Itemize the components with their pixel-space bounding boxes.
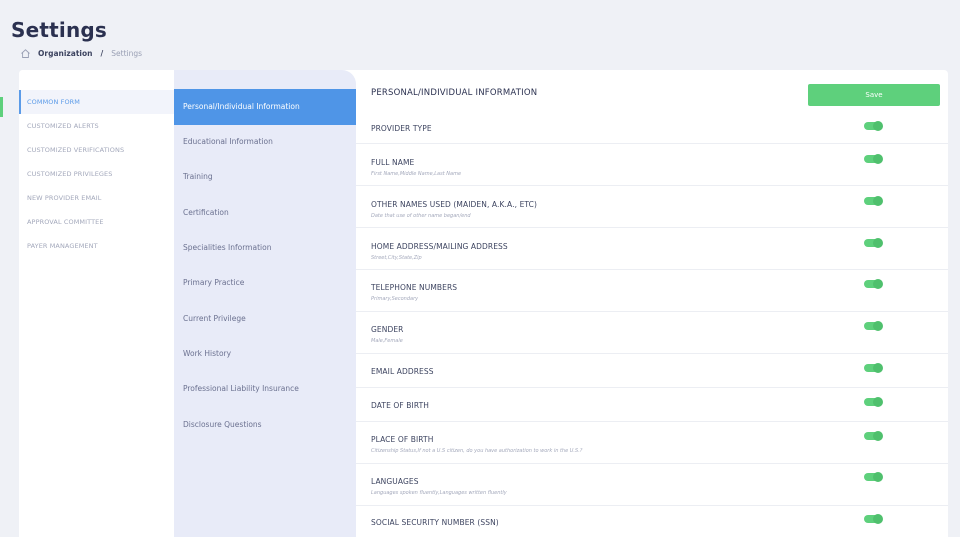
field-toggle[interactable] [864,154,883,164]
field-toggle[interactable] [864,321,883,331]
field-row: FULL NAME First Name,Middle Name,Last Na… [356,144,948,186]
field-label: LANGUAGES [371,477,419,486]
toggle-knob [873,397,883,407]
field-settings-panel: PERSONAL/INDIVIDUAL INFORMATION Save PRO… [356,70,948,537]
toggle-knob [873,238,883,248]
toggle-knob [873,154,883,164]
sidebar-item-customized-privileges[interactable]: CUSTOMIZED PRIVILEGES [19,162,174,186]
breadcrumb-organization[interactable]: Organization [38,49,93,58]
field-label: GENDER [371,325,404,334]
field-subtitle: Primary,Secondary [371,296,419,302]
toggle-knob [873,363,883,373]
section-educational-information[interactable]: Educational Information [174,124,356,160]
field-row: PROVIDER TYPE [356,112,948,144]
sidebar-item-payer-management[interactable]: PAYER MANAGEMENT [19,234,174,258]
breadcrumb-separator: / [100,49,104,58]
field-toggle[interactable] [864,279,883,289]
field-toggle[interactable] [864,431,883,441]
field-toggle[interactable] [864,397,883,407]
sidebar-item-customized-verifications[interactable]: CUSTOMIZED VERIFICATIONS [19,138,174,162]
field-label: HOME ADDRESS/MAILING ADDRESS [371,242,508,251]
field-toggle[interactable] [864,121,883,131]
page-title: Settings [11,18,108,42]
field-row: SOCIAL SECURITY NUMBER (SSN) [356,506,948,537]
home-icon[interactable] [20,48,31,59]
toggle-knob [873,431,883,441]
field-label: PROVIDER TYPE [371,124,432,133]
field-label: DATE OF BIRTH [371,401,430,410]
field-row: DATE OF BIRTH [356,388,948,422]
section-title: PERSONAL/INDIVIDUAL INFORMATION [371,88,538,98]
field-row: PLACE OF BIRTH Citizenship Status,If not… [356,422,948,464]
section-professional-liability-insurance[interactable]: Professional Liability Insurance [174,371,356,407]
field-subtitle: Languages spoken fluently,Languages writ… [371,490,507,496]
toggle-knob [873,279,883,289]
form-sections-nav: Personal/Individual Information Educatio… [174,70,356,537]
toggle-knob [873,196,883,206]
field-label: PLACE OF BIRTH [371,435,434,444]
section-disclosure-questions[interactable]: Disclosure Questions [174,407,356,443]
field-subtitle: Citizenship Status,If not a U.S citizen,… [371,448,583,454]
field-toggle[interactable] [864,472,883,482]
toggle-knob [873,514,883,524]
field-label: OTHER NAMES USED (MAIDEN, A.K.A., ETC) [371,200,538,209]
field-label: TELEPHONE NUMBERS [371,283,458,292]
field-subtitle: First Name,Middle Name,Last Name [371,171,462,177]
section-personal-information[interactable]: Personal/Individual Information [174,89,356,125]
field-row: HOME ADDRESS/MAILING ADDRESS Street,City… [356,228,948,270]
section-specialities-information[interactable]: Specialities Information [174,230,356,266]
sidebar-item-new-provider-email[interactable]: NEW PROVIDER EMAIL [19,186,174,210]
field-row: LANGUAGES Languages spoken fluently,Lang… [356,464,948,506]
settings-category-sidebar: COMMON FORM CUSTOMIZED ALERTS CUSTOMIZED… [19,70,174,537]
field-toggle[interactable] [864,196,883,206]
toggle-knob [873,321,883,331]
sidebar-item-common-form[interactable]: COMMON FORM [19,90,174,114]
field-label: FULL NAME [371,158,415,167]
field-toggle[interactable] [864,238,883,248]
save-button[interactable]: Save [808,84,940,106]
field-row: TELEPHONE NUMBERS Primary,Secondary [356,270,948,312]
field-row: GENDER Male,Female [356,312,948,354]
field-toggle[interactable] [864,514,883,524]
sidebar-item-approval-committee[interactable]: APPROVAL COMMITTEE [19,210,174,234]
section-primary-practice[interactable]: Primary Practice [174,265,356,301]
active-indicator [0,97,3,117]
field-row: OTHER NAMES USED (MAIDEN, A.K.A., ETC) D… [356,186,948,228]
settings-card: COMMON FORM CUSTOMIZED ALERTS CUSTOMIZED… [19,70,948,537]
field-label: EMAIL ADDRESS [371,367,434,376]
field-subtitle: Date that use of other name began/end [371,213,471,219]
field-row: EMAIL ADDRESS [356,354,948,388]
breadcrumb-current: Settings [111,49,143,58]
section-certification[interactable]: Certification [174,195,356,231]
sidebar-item-customized-alerts[interactable]: CUSTOMIZED ALERTS [19,114,174,138]
toggle-knob [873,121,883,131]
toggle-knob [873,472,883,482]
section-current-privilege[interactable]: Current Privilege [174,301,356,337]
section-training[interactable]: Training [174,159,356,195]
field-subtitle: Street,City,State,Zip [371,255,422,261]
breadcrumb: Organization / Settings [20,48,142,59]
field-subtitle: Male,Female [371,338,403,344]
field-label: SOCIAL SECURITY NUMBER (SSN) [371,518,499,527]
field-toggle[interactable] [864,363,883,373]
section-work-history[interactable]: Work History [174,336,356,372]
